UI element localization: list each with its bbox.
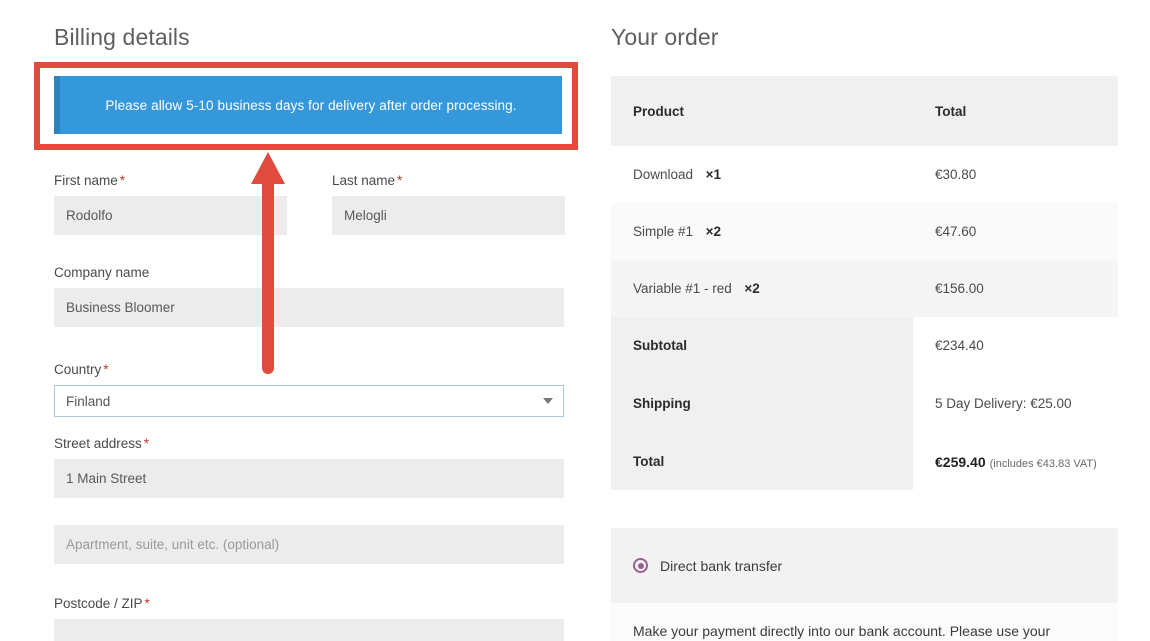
shipping-value: 5 Day Delivery: €25.00 bbox=[913, 374, 1118, 433]
product-total-cell: €156.00 bbox=[935, 281, 984, 296]
field-company-name: Company name bbox=[54, 264, 564, 327]
order-total-label: Total bbox=[611, 433, 913, 490]
shipping-row: Shipping 5 Day Delivery: €25.00 bbox=[611, 374, 1118, 433]
product-total-cell: €30.80 bbox=[935, 167, 977, 182]
shipping-label: Shipping bbox=[611, 374, 913, 433]
product-name-cell: Download ×1 bbox=[633, 167, 721, 182]
field-address-line-2 bbox=[54, 525, 564, 564]
column-header-total: Total bbox=[935, 103, 967, 119]
postcode-input[interactable] bbox=[54, 619, 564, 641]
table-row: Variable #1 - red ×2 €156.00 bbox=[611, 260, 1118, 317]
subtotal-label: Subtotal bbox=[611, 317, 913, 374]
required-asterisk: * bbox=[144, 596, 150, 611]
required-asterisk: * bbox=[143, 436, 150, 451]
country-select[interactable]: Finland bbox=[54, 385, 564, 417]
delivery-notice-banner: Please allow 5-10 business days for deli… bbox=[54, 76, 562, 134]
annotation-arrow-icon bbox=[251, 152, 285, 374]
required-asterisk: * bbox=[119, 173, 126, 188]
country-label: Country * bbox=[54, 362, 109, 377]
order-total-value: €259.40 bbox=[935, 453, 986, 470]
order-total-value-cell: €259.40 (includes €43.83 VAT) bbox=[913, 433, 1118, 490]
company-name-input[interactable] bbox=[54, 288, 564, 327]
order-review-table: Product Total Download ×1 €30.80 Simple … bbox=[611, 76, 1118, 490]
payment-methods-box: Direct bank transfer Make your payment d… bbox=[611, 528, 1118, 641]
table-row: Download ×1 €30.80 bbox=[611, 146, 1118, 203]
payment-method-label: Direct bank transfer bbox=[660, 557, 783, 574]
product-total-cell: €47.60 bbox=[935, 224, 977, 239]
field-last-name: Last name * bbox=[332, 172, 565, 235]
product-qty: ×1 bbox=[705, 167, 721, 182]
chevron-down-icon bbox=[543, 398, 553, 404]
order-summary-section: Your order bbox=[611, 0, 1118, 52]
vat-note: (includes €43.83 VAT) bbox=[989, 457, 1097, 470]
last-name-label: Last name * bbox=[332, 173, 403, 188]
checkout-page: Billing details First name* Last name* C… bbox=[0, 0, 1150, 641]
product-qty: ×2 bbox=[744, 281, 760, 296]
company-name-label: Company name bbox=[54, 265, 150, 280]
total-row: Total €259.40 (includes €43.83 VAT) bbox=[611, 433, 1118, 490]
payment-method-description: Make your payment directly into our bank… bbox=[633, 623, 1051, 639]
radio-selected-icon[interactable] bbox=[633, 558, 648, 573]
field-street-address: Street address * bbox=[54, 435, 564, 498]
table-row: Simple #1 ×2 €47.60 bbox=[611, 203, 1118, 260]
required-asterisk: * bbox=[103, 362, 109, 377]
postcode-label: Postcode / ZIP * bbox=[54, 596, 150, 611]
your-order-title: Your order bbox=[611, 24, 719, 50]
table-header-row: Product Total bbox=[611, 76, 1118, 146]
product-name-cell: Simple #1 ×2 bbox=[633, 224, 721, 239]
payment-method-direct-bank-transfer[interactable]: Direct bank transfer bbox=[611, 528, 1118, 603]
country-selected-value: Finland bbox=[66, 393, 111, 409]
product-qty: ×2 bbox=[705, 224, 721, 239]
subtotal-value: €234.40 bbox=[913, 317, 1118, 374]
street-address-input[interactable] bbox=[54, 459, 564, 498]
required-asterisk: * bbox=[397, 173, 403, 188]
product-name-cell: Variable #1 - red ×2 bbox=[633, 281, 760, 296]
street-address-label: Street address * bbox=[54, 436, 150, 451]
subtotal-row: Subtotal €234.40 bbox=[611, 317, 1118, 374]
billing-details-section: Billing details First name* Last name* C… bbox=[54, 0, 574, 641]
field-postcode: Postcode / ZIP * bbox=[54, 595, 564, 641]
field-country: Country * Finland bbox=[54, 361, 564, 417]
delivery-notice-text: Please allow 5-10 business days for deli… bbox=[105, 97, 517, 113]
column-header-product: Product bbox=[633, 103, 685, 119]
address-line-2-input[interactable] bbox=[54, 525, 564, 564]
billing-details-title: Billing details bbox=[54, 24, 190, 50]
last-name-input[interactable] bbox=[332, 196, 565, 235]
